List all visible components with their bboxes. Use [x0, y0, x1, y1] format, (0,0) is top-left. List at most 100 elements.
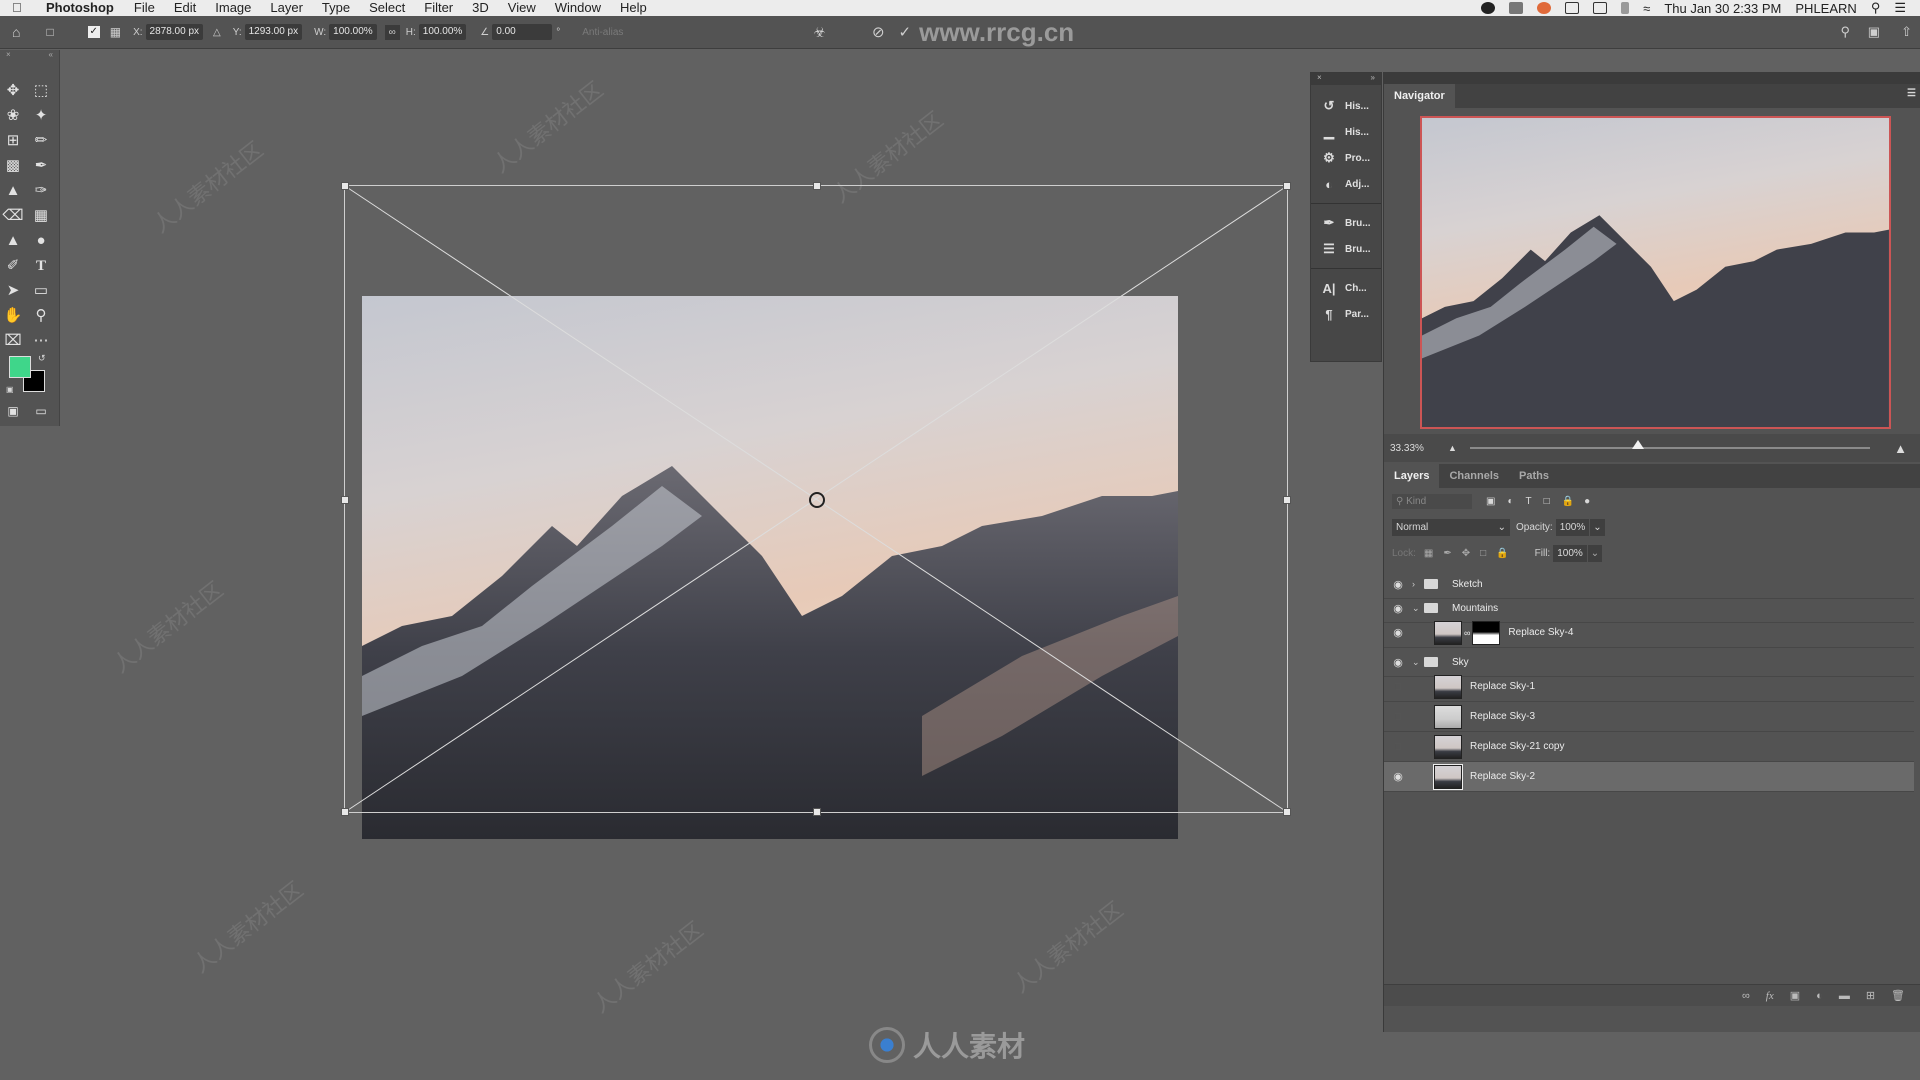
- panel-brushes[interactable]: ☰ Bru...: [1311, 236, 1381, 262]
- layer-row-replace-sky-21-copy[interactable]: □ Replace Sky-21 copy: [1384, 732, 1914, 762]
- panel-brush-settings[interactable]: ✒ Bru...: [1311, 210, 1381, 236]
- rotate-angle-field[interactable]: 0.00: [492, 24, 553, 40]
- relative-position-icon[interactable]: △: [213, 27, 221, 38]
- cancel-transform-icon[interactable]: ⊘: [872, 23, 885, 41]
- menu-help[interactable]: Help: [620, 0, 647, 16]
- filter-smart-object-icon[interactable]: 🔒: [1562, 496, 1574, 507]
- free-transform-bounding-box[interactable]: [341, 182, 1291, 816]
- commit-transform-icon[interactable]: ✓: [899, 23, 912, 41]
- tab-paths[interactable]: Paths: [1509, 464, 1559, 488]
- visibility-eye-icon[interactable]: ◉: [1384, 602, 1412, 615]
- filter-pixel-icon[interactable]: ▣: [1486, 496, 1495, 507]
- navigator-zoom-value[interactable]: 33.33%: [1390, 443, 1424, 454]
- visibility-toggle-empty[interactable]: □: [1384, 711, 1412, 723]
- link-layers-icon[interactable]: ∞: [1742, 990, 1750, 1002]
- fx-icon[interactable]: fx: [1766, 990, 1774, 1002]
- menu-edit[interactable]: Edit: [174, 0, 196, 16]
- delete-layer-icon[interactable]: 🗑: [1891, 989, 1905, 1002]
- panel-paragraph[interactable]: ¶ Par...: [1311, 301, 1381, 327]
- visibility-toggle-empty[interactable]: □: [1384, 741, 1412, 753]
- width-field[interactable]: 100.00%: [329, 24, 377, 40]
- type-tool-icon[interactable]: T: [30, 255, 52, 277]
- visibility-eye-icon[interactable]: ◉: [1384, 656, 1412, 669]
- blend-mode-select[interactable]: Normal ⌄: [1392, 518, 1510, 536]
- crop-tool-icon[interactable]: ⊞: [2, 130, 24, 152]
- new-layer-icon[interactable]: ⊞: [1866, 989, 1875, 1002]
- layer-row-replace-sky-4[interactable]: ◉ ∞ Replace Sky-4: [1384, 618, 1914, 648]
- layer-row-replace-sky-2[interactable]: ◉ Replace Sky-2: [1384, 762, 1914, 792]
- layer-mask-thumbnail[interactable]: [1472, 620, 1501, 645]
- transform-handle-top-right[interactable]: [1283, 182, 1291, 190]
- filter-shape-icon[interactable]: □: [1544, 496, 1550, 507]
- marquee-tool-icon[interactable]: ⬚: [30, 80, 52, 102]
- transform-handle-bottom[interactable]: [813, 808, 821, 816]
- panel-histogram[interactable]: ▁ His...: [1311, 119, 1381, 145]
- warp-mode-icon[interactable]: ☣: [813, 24, 826, 41]
- home-icon[interactable]: ⌂: [12, 24, 20, 40]
- dodge-tool-icon[interactable]: ●: [30, 230, 52, 252]
- foreground-color-swatch[interactable]: [9, 356, 31, 378]
- visibility-eye-icon[interactable]: ◉: [1384, 626, 1412, 639]
- lasso-tool-icon[interactable]: ❀: [2, 105, 24, 127]
- opacity-field[interactable]: 100%: [1555, 518, 1590, 536]
- visibility-eye-icon[interactable]: ◉: [1384, 578, 1412, 591]
- filter-toggle-icon[interactable]: ●: [1584, 496, 1590, 507]
- menu-select[interactable]: Select: [369, 0, 405, 16]
- apple-menu-icon[interactable]: : [12, 1, 28, 15]
- zoom-tool-icon[interactable]: ⚲: [30, 305, 52, 327]
- dock-expand-icon[interactable]: »: [1371, 73, 1375, 85]
- transform-handle-bottom-left[interactable]: [341, 808, 349, 816]
- navigator-menu-icon[interactable]: ☰: [1907, 88, 1916, 99]
- search-icon[interactable]: ⚲: [1840, 24, 1850, 40]
- history-brush-tool-icon[interactable]: ✑: [30, 180, 52, 202]
- reference-point-checkbox[interactable]: ✓: [87, 26, 100, 38]
- panel-character[interactable]: A| Ch...: [1311, 275, 1381, 301]
- path-selection-tool-icon[interactable]: ➤: [2, 280, 24, 302]
- visibility-toggle-empty[interactable]: □: [1384, 681, 1412, 693]
- default-colors-icon[interactable]: ▣: [6, 385, 14, 394]
- blur-tool-icon[interactable]: ▲: [2, 230, 24, 252]
- fill-dropdown-icon[interactable]: ⌄: [1587, 544, 1603, 562]
- menubar-clock[interactable]: Thu Jan 30 2:33 PM: [1664, 1, 1781, 16]
- lock-all-icon[interactable]: 🔒: [1496, 548, 1508, 559]
- healing-brush-tool-icon[interactable]: ▩: [2, 155, 24, 177]
- hand-tool-icon[interactable]: ✋: [2, 305, 24, 327]
- transform-handle-right[interactable]: [1283, 496, 1291, 504]
- quick-mask-icon[interactable]: ▣: [2, 400, 24, 422]
- screen-mode-icon[interactable]: ▭: [30, 400, 52, 422]
- eyedropper-tool-icon[interactable]: ✏: [30, 130, 52, 152]
- lock-artboard-icon[interactable]: □: [1480, 548, 1486, 559]
- brush-tool-icon[interactable]: ✒: [30, 155, 52, 177]
- pen-tool-icon[interactable]: ✐: [2, 255, 24, 277]
- zoom-in-icon[interactable]: ▲: [1894, 441, 1907, 456]
- airplay-icon[interactable]: [1593, 2, 1608, 14]
- collapse-chevron-icon[interactable]: ⌄: [1412, 657, 1424, 668]
- expand-chevron-icon[interactable]: ›: [1412, 579, 1424, 589]
- new-adjustment-layer-icon[interactable]: ◐: [1816, 990, 1823, 1002]
- menu-view[interactable]: View: [508, 0, 536, 16]
- frame-tool-icon[interactable]: ⌧: [2, 330, 24, 352]
- transform-handle-left[interactable]: [341, 496, 349, 504]
- filter-adjustment-icon[interactable]: ◐: [1507, 496, 1513, 507]
- x-position-field[interactable]: 2878.00 px: [145, 24, 204, 40]
- shape-tool-icon[interactable]: ▭: [30, 280, 52, 302]
- y-position-field[interactable]: 1293.00 px: [244, 24, 303, 40]
- panel-history[interactable]: ↺ His...: [1311, 93, 1381, 119]
- mask-link-icon[interactable]: ∞: [1464, 628, 1470, 638]
- height-field[interactable]: 100.00%: [418, 24, 467, 40]
- anti-alias-label[interactable]: Anti-alias: [582, 27, 623, 38]
- fill-field[interactable]: 100%: [1553, 544, 1587, 562]
- more-tools-icon[interactable]: ⋯: [30, 330, 52, 352]
- navigator-preview[interactable]: [1420, 116, 1891, 429]
- notification-center-icon[interactable]: ☰: [1894, 0, 1906, 16]
- layer-row-replace-sky-3[interactable]: □ Replace Sky-3: [1384, 702, 1914, 732]
- menu-type[interactable]: Type: [322, 0, 350, 16]
- battery-icon[interactable]: [1509, 2, 1524, 14]
- navigator-zoom-slider-thumb[interactable]: [1632, 440, 1644, 449]
- screen-record-icon[interactable]: [1537, 2, 1552, 14]
- swap-colors-icon[interactable]: ↺: [38, 353, 46, 364]
- visibility-eye-icon[interactable]: ◉: [1384, 770, 1412, 783]
- toolbar-close-icon[interactable]: ×: [6, 50, 11, 62]
- transform-handle-top[interactable]: [813, 182, 821, 190]
- tab-navigator[interactable]: Navigator: [1384, 84, 1455, 108]
